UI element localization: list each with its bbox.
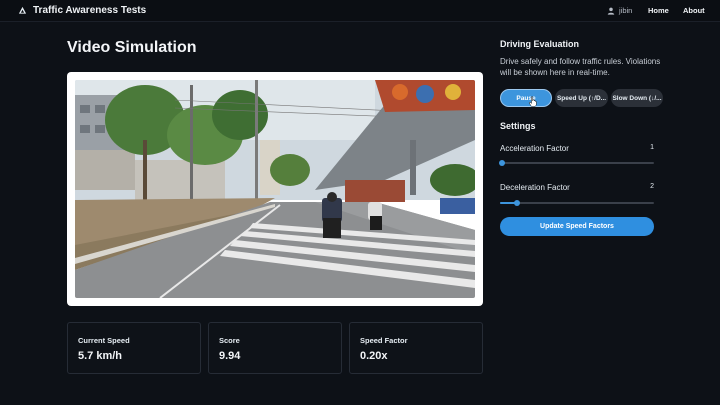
driving-evaluation-title: Driving Evaluation — [500, 39, 580, 49]
update-speed-factors-button[interactable]: Update Speed Factors — [500, 217, 654, 236]
speed-up-button[interactable]: Speed Up (↑/D... — [555, 89, 608, 107]
nav-home-link[interactable]: Home — [648, 6, 669, 15]
current-speed-value: 5.7 km/h — [78, 350, 123, 362]
current-speed-card: Current Speed 5.7 km/h — [67, 322, 201, 374]
score-card: Score 9.94 — [208, 322, 342, 374]
deceleration-factor-value: 2 — [650, 183, 654, 190]
speed-factor-card: Speed Factor 0.20x — [349, 322, 483, 374]
speed-factor-value: 0.20x — [360, 350, 388, 362]
settings-title: Settings — [500, 121, 536, 131]
acceleration-factor-value: 1 — [650, 144, 654, 151]
acceleration-factor-label: Acceleration Factor — [500, 144, 569, 153]
user-icon — [607, 7, 615, 15]
deceleration-factor-slider[interactable] — [500, 200, 654, 206]
acceleration-factor-slider[interactable] — [499, 160, 654, 166]
road-video-player[interactable] — [75, 80, 475, 298]
video-frame — [67, 72, 483, 306]
triangle-logo-icon — [18, 6, 27, 14]
top-navbar: Traffic Awareness Tests jibin Home About — [0, 0, 720, 22]
page-title: Video Simulation — [67, 39, 197, 56]
slow-down-button[interactable]: Slow Down (↓/... — [611, 89, 663, 107]
user-name: jibin — [619, 6, 633, 15]
nav-about-link[interactable]: About — [683, 6, 705, 15]
brand[interactable]: Traffic Awareness Tests — [18, 5, 146, 16]
pause-button[interactable]: Pause — [500, 89, 552, 107]
driving-evaluation-description: Drive safely and follow traffic rules. V… — [500, 57, 661, 77]
score-value: 9.94 — [219, 350, 241, 362]
score-label: Score — [219, 336, 240, 345]
deceleration-factor-label: Deceleration Factor — [500, 183, 570, 192]
hand-pointer-cursor-icon — [529, 96, 537, 107]
app-title: Traffic Awareness Tests — [33, 5, 147, 16]
user-menu[interactable]: jibin — [607, 6, 632, 15]
deceleration-slider-thumb[interactable] — [513, 200, 520, 206]
speed-factor-label: Speed Factor — [360, 336, 408, 345]
current-speed-label: Current Speed — [78, 336, 130, 345]
acceleration-slider-thumb[interactable] — [499, 160, 505, 166]
